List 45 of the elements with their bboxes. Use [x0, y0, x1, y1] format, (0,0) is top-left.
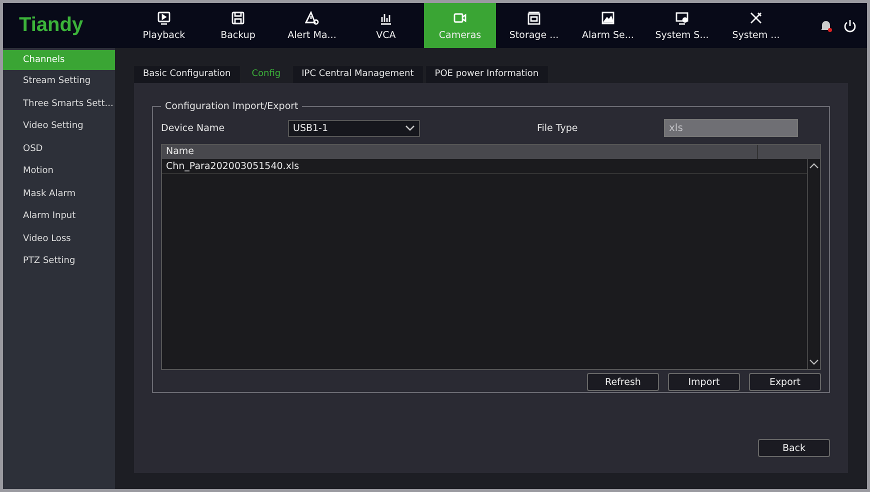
power-icon[interactable]: [843, 18, 857, 32]
sidebar-item[interactable]: Motion: [3, 160, 115, 182]
floppy-icon: [231, 10, 245, 24]
sidebar-item[interactable]: Stream Setting: [3, 70, 115, 92]
nav-tab[interactable]: Backup: [202, 3, 274, 48]
sidebar-item[interactable]: Mask Alarm: [3, 182, 115, 205]
nav-tab[interactable]: Playback: [128, 3, 200, 48]
nav-tab[interactable]: System ...: [720, 3, 792, 48]
chevron-up-icon[interactable]: [809, 163, 819, 169]
sidebar-item[interactable]: Alarm Input: [3, 205, 115, 228]
sidebar-item[interactable]: PTZ Setting: [3, 250, 115, 272]
chevron-down-icon[interactable]: [809, 359, 819, 365]
nav-tab[interactable]: Alert Ma...: [276, 3, 348, 48]
tab[interactable]: POE power Information: [426, 66, 548, 83]
nav-tab[interactable]: Storage ...: [498, 3, 570, 48]
logo: Tiandy: [18, 13, 84, 38]
sidebar-item[interactable]: Three Smarts Sett...: [3, 92, 115, 115]
field-label: File Type: [537, 122, 579, 134]
nav-tab[interactable]: System S...: [646, 3, 718, 48]
sidebar-item[interactable]: Video Setting: [3, 115, 115, 138]
picture-icon: [601, 10, 615, 24]
table-row[interactable]: Chn_Para202003051540.xls: [162, 159, 807, 174]
chevron-down-icon: [405, 125, 415, 131]
sidebar-item[interactable]: Video Loss: [3, 228, 115, 250]
tab[interactable]: Basic Configuration: [134, 66, 240, 83]
tab[interactable]: IPC Central Management: [292, 66, 423, 83]
action-button[interactable]: Export: [749, 373, 821, 391]
action-button[interactable]: Import: [668, 373, 740, 391]
field-label: Device Name: [161, 122, 226, 134]
table-cell-text: Chn_Para202003051540.xls: [165, 160, 300, 172]
bell-icon[interactable]: [819, 18, 833, 32]
camera-icon: [453, 10, 467, 24]
column-header: Name: [165, 145, 196, 159]
warning-icon: [305, 10, 319, 24]
group-title: Configuration Import/Export: [164, 101, 300, 112]
monitor-icon: [675, 10, 689, 24]
sidebar-item[interactable]: OSD: [3, 138, 115, 160]
tab[interactable]: Config: [242, 66, 290, 83]
action-button[interactable]: Refresh: [587, 373, 659, 391]
play-icon: [157, 10, 171, 24]
device-name-dropdown[interactable]: USB1-1: [288, 120, 420, 136]
back-button[interactable]: Back: [758, 439, 830, 457]
nav-tab[interactable]: Alarm Se...: [572, 3, 644, 48]
nav-tab[interactable]: VCA: [350, 3, 422, 48]
scrollbar[interactable]: [807, 159, 820, 369]
